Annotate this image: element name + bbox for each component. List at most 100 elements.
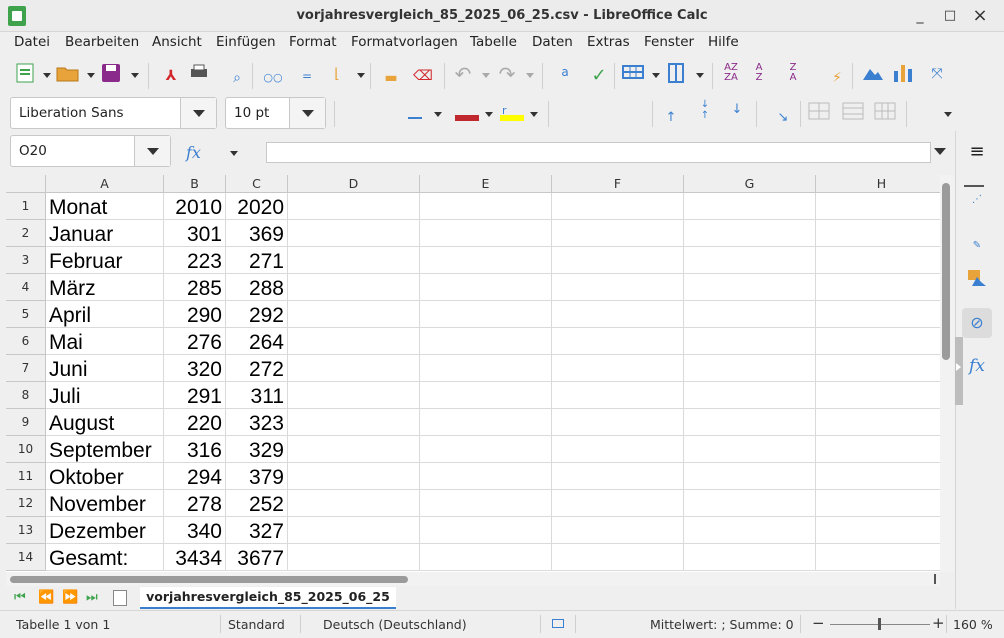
clone-dropdown-icon[interactable] xyxy=(357,73,365,78)
cell-f7[interactable] xyxy=(552,355,684,382)
open-dropdown-icon[interactable] xyxy=(87,73,95,78)
menu-tabelle[interactable]: Tabelle xyxy=(470,34,517,50)
row-header[interactable]: 2 xyxy=(6,220,46,247)
cell-f3[interactable] xyxy=(552,247,684,274)
new-spreadsheet-icon[interactable] xyxy=(14,63,36,85)
cell-h2[interactable] xyxy=(816,220,940,247)
column-grid-icon[interactable] xyxy=(666,63,688,85)
cell-f9[interactable] xyxy=(552,409,684,436)
spelling-icon[interactable]: ○○ xyxy=(262,67,284,89)
cell-g2[interactable] xyxy=(684,220,816,247)
spellcheck-a-icon[interactable]: a xyxy=(554,61,576,83)
row-header[interactable]: 12 xyxy=(6,490,46,517)
undo-dropdown-icon[interactable] xyxy=(482,73,490,78)
underline-icon[interactable] xyxy=(408,117,422,119)
cell-b3[interactable]: 223 xyxy=(164,247,226,274)
export-pdf-icon[interactable]: ⅄ xyxy=(160,65,182,87)
cell-e5[interactable] xyxy=(420,301,552,328)
merge-cells-icon[interactable] xyxy=(808,101,830,123)
cell-d6[interactable] xyxy=(288,328,420,355)
cell-f1[interactable] xyxy=(552,193,684,220)
print-icon[interactable] xyxy=(188,63,210,85)
selection-mode-icon[interactable] xyxy=(552,619,564,628)
cell-b14[interactable]: 3434 xyxy=(164,544,226,571)
functions-icon[interactable]: fx xyxy=(962,351,992,381)
cell-f4[interactable] xyxy=(552,274,684,301)
accept-check-icon[interactable]: ✓ xyxy=(588,65,610,87)
row-header[interactable]: 13 xyxy=(6,517,46,544)
cell-e3[interactable] xyxy=(420,247,552,274)
cell-b9[interactable]: 220 xyxy=(164,409,226,436)
column-header-b[interactable]: B xyxy=(164,175,226,193)
merge-center-icon[interactable] xyxy=(842,101,864,123)
redo-dropdown-icon[interactable] xyxy=(526,73,534,78)
column-header-h[interactable]: H xyxy=(816,175,940,193)
cell-d10[interactable] xyxy=(288,436,420,463)
menu-datei[interactable]: Datei xyxy=(14,34,50,50)
cell-f5[interactable] xyxy=(552,301,684,328)
cell-c3[interactable]: 271 xyxy=(226,247,288,274)
cell-c6[interactable]: 264 xyxy=(226,328,288,355)
sort-descending-icon[interactable]: ZA xyxy=(782,63,804,85)
column-header-f[interactable]: F xyxy=(552,175,684,193)
properties-icon[interactable]: ⋰ xyxy=(962,185,992,215)
horizontal-scroll-thumb[interactable] xyxy=(10,576,408,583)
cell-a14[interactable]: Gesamt: xyxy=(46,544,164,571)
cell-e10[interactable] xyxy=(420,436,552,463)
name-box-dropdown-icon[interactable] xyxy=(134,136,170,166)
sheet-tab[interactable]: vorjahresvergleich_85_2025_06_25 xyxy=(140,587,396,609)
cell-e7[interactable] xyxy=(420,355,552,382)
sort-ascending-icon[interactable]: AZ xyxy=(748,63,770,85)
horizontal-split-handle[interactable] xyxy=(934,574,936,584)
row-header[interactable]: 11 xyxy=(6,463,46,490)
zoom-slider-handle[interactable] xyxy=(878,618,881,630)
previous-sheet-icon[interactable]: ⏪ xyxy=(38,590,54,605)
cell-a3[interactable]: Februar xyxy=(46,247,164,274)
language-status[interactable]: Deutsch (Deutschland) xyxy=(323,617,467,632)
cell-b2[interactable]: 301 xyxy=(164,220,226,247)
cell-c7[interactable]: 272 xyxy=(226,355,288,382)
cell-c12[interactable]: 252 xyxy=(226,490,288,517)
cell-g4[interactable] xyxy=(684,274,816,301)
cell-g8[interactable] xyxy=(684,382,816,409)
row-header[interactable]: 1 xyxy=(6,193,46,220)
row-grid-icon[interactable] xyxy=(622,63,644,85)
cell-g14[interactable] xyxy=(684,544,816,571)
menu-formatvorlagen[interactable]: Formatvorlagen xyxy=(351,34,458,50)
cell-e8[interactable] xyxy=(420,382,552,409)
cell-e6[interactable] xyxy=(420,328,552,355)
row-header[interactable]: 10 xyxy=(6,436,46,463)
autofilter-icon[interactable]: ⚡ xyxy=(826,67,848,89)
cell-d14[interactable] xyxy=(288,544,420,571)
zoom-level[interactable]: 160 % xyxy=(953,617,993,632)
underline-dropdown-icon[interactable] xyxy=(434,112,442,117)
cell-a6[interactable]: Mai xyxy=(46,328,164,355)
minimize-button[interactable]: _ xyxy=(910,6,930,26)
cell-a13[interactable]: Dezember xyxy=(46,517,164,544)
cell-h1[interactable] xyxy=(816,193,940,220)
cell-f11[interactable] xyxy=(552,463,684,490)
cell-e1[interactable] xyxy=(420,193,552,220)
cell-b12[interactable]: 278 xyxy=(164,490,226,517)
cell-h14[interactable] xyxy=(816,544,940,571)
menu-einfuegen[interactable]: Einfügen xyxy=(216,34,276,50)
close-button[interactable]: × xyxy=(970,6,990,26)
cell-h11[interactable] xyxy=(816,463,940,490)
cell-f14[interactable] xyxy=(552,544,684,571)
column-header-c[interactable]: C xyxy=(226,175,288,193)
cell-g11[interactable] xyxy=(684,463,816,490)
formula-input[interactable] xyxy=(266,142,931,163)
cell-e4[interactable] xyxy=(420,274,552,301)
cell-a10[interactable]: September xyxy=(46,436,164,463)
menu-fenster[interactable]: Fenster xyxy=(644,34,694,50)
last-sheet-icon[interactable]: ⏭ xyxy=(86,590,98,605)
menu-hilfe[interactable]: Hilfe xyxy=(708,34,739,50)
row-header[interactable]: 5 xyxy=(6,301,46,328)
clone-formatting-icon[interactable]: ⌊ xyxy=(326,63,348,85)
cell-h8[interactable] xyxy=(816,382,940,409)
row-header[interactable]: 8 xyxy=(6,382,46,409)
cell-f12[interactable] xyxy=(552,490,684,517)
zoom-in-button[interactable]: + xyxy=(932,614,945,632)
cell-e12[interactable] xyxy=(420,490,552,517)
cell-d11[interactable] xyxy=(288,463,420,490)
